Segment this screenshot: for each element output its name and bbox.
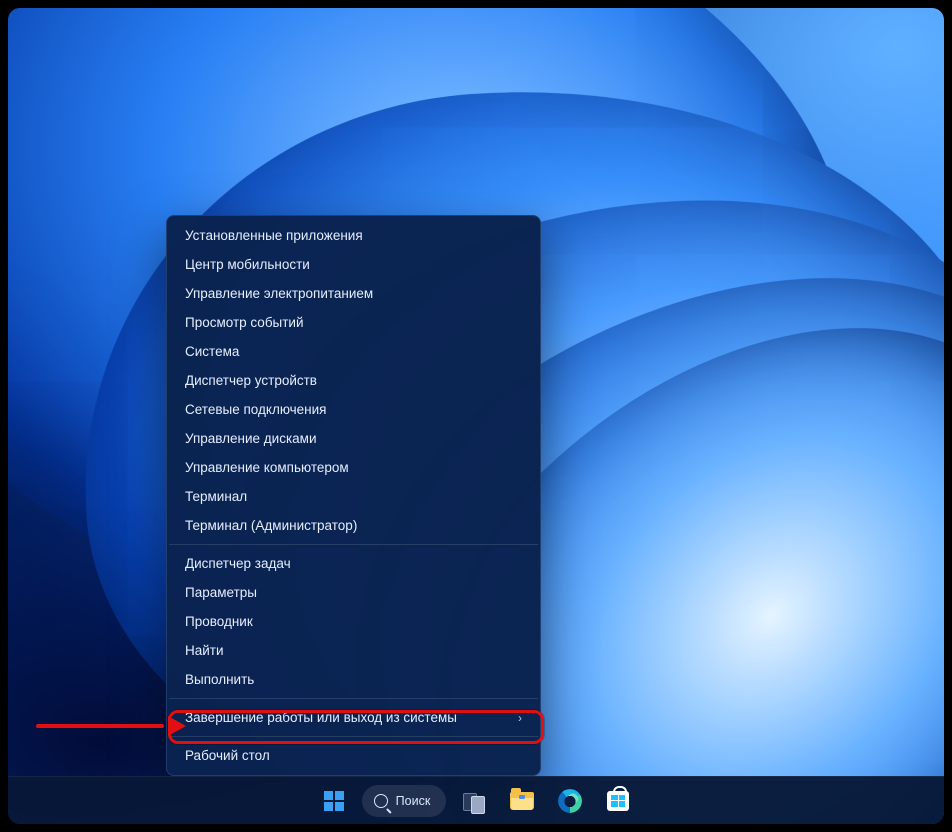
menu-item[interactable]: Завершение работы или выход из системы ›	[167, 703, 540, 732]
taskbar: Поиск	[8, 776, 944, 824]
search-label: Поиск	[396, 794, 431, 808]
menu-item-label: Терминал	[185, 489, 247, 504]
menu-item[interactable]: Параметры	[167, 578, 540, 607]
menu-item[interactable]: Найти	[167, 636, 540, 665]
menu-item[interactable]: Проводник	[167, 607, 540, 636]
menu-item[interactable]: Диспетчер устройств	[167, 366, 540, 395]
menu-item[interactable]: Управление электропитанием	[167, 279, 540, 308]
file-explorer-taskbar[interactable]	[502, 781, 542, 821]
menu-item-label: Управление компьютером	[185, 460, 349, 475]
menu-item-label: Найти	[185, 643, 224, 658]
chevron-right-icon: ›	[518, 712, 522, 724]
menu-item-label: Параметры	[185, 585, 257, 600]
menu-separator	[169, 736, 538, 737]
menu-item[interactable]: Центр мобильности	[167, 250, 540, 279]
menu-item-label: Сетевые подключения	[185, 402, 327, 417]
menu-separator	[169, 698, 538, 699]
menu-item-label: Завершение работы или выход из системы	[185, 710, 457, 725]
menu-item-label: Система	[185, 344, 239, 359]
menu-item-label: Диспетчер устройств	[185, 373, 317, 388]
search-icon	[374, 794, 388, 808]
desktop: Установленные приложения Центр мобильност…	[8, 8, 944, 824]
windows-logo-icon	[322, 789, 346, 813]
menu-item-label: Рабочий стол	[185, 748, 270, 763]
menu-item[interactable]: Рабочий стол	[167, 741, 540, 770]
power-user-menu: Установленные приложения Центр мобильност…	[166, 215, 541, 776]
menu-item[interactable]: Система	[167, 337, 540, 366]
menu-separator	[169, 544, 538, 545]
menu-item[interactable]: Выполнить	[167, 665, 540, 694]
menu-item[interactable]: Терминал (Администратор)	[167, 511, 540, 540]
file-explorer-icon	[510, 792, 534, 810]
microsoft-store-taskbar[interactable]	[598, 781, 638, 821]
menu-item[interactable]: Терминал	[167, 482, 540, 511]
menu-item-label: Выполнить	[185, 672, 254, 687]
edge-icon	[558, 789, 582, 813]
menu-item-label: Управление электропитанием	[185, 286, 373, 301]
menu-item[interactable]: Просмотр событий	[167, 308, 540, 337]
menu-item[interactable]: Установленные приложения	[167, 221, 540, 250]
menu-item-label: Управление дисками	[185, 431, 317, 446]
menu-item-label: Установленные приложения	[185, 228, 363, 243]
menu-item[interactable]: Сетевые подключения	[167, 395, 540, 424]
menu-item-label: Терминал (Администратор)	[185, 518, 357, 533]
search-button[interactable]: Поиск	[362, 785, 447, 817]
menu-item[interactable]: Управление компьютером	[167, 453, 540, 482]
task-view-button[interactable]	[454, 781, 494, 821]
menu-item[interactable]: Диспетчер задач	[167, 549, 540, 578]
menu-item-label: Проводник	[185, 614, 253, 629]
menu-item-label: Диспетчер задач	[185, 556, 291, 571]
store-icon	[607, 791, 629, 811]
menu-item-label: Просмотр событий	[185, 315, 304, 330]
start-button[interactable]	[314, 781, 354, 821]
menu-item-label: Центр мобильности	[185, 257, 310, 272]
task-view-icon	[463, 793, 485, 809]
menu-item[interactable]: Управление дисками	[167, 424, 540, 453]
edge-taskbar[interactable]	[550, 781, 590, 821]
